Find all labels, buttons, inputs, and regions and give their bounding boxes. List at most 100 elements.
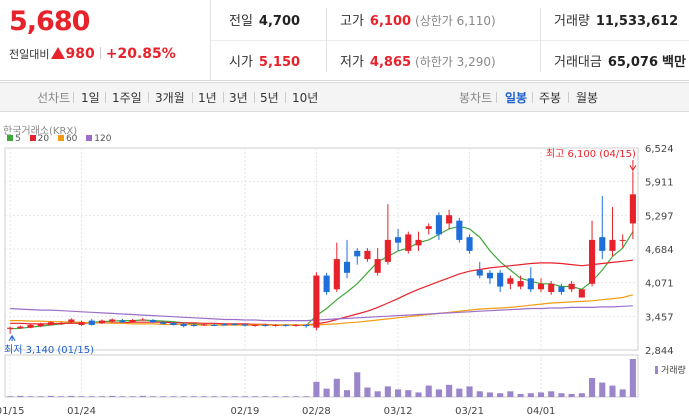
volume-bar [548,391,555,397]
candle-body [149,320,157,323]
volume-bar [58,396,65,397]
candle-body [527,278,534,290]
volume-bar [27,396,34,397]
candle-body [486,272,494,279]
volume-bar [37,396,44,397]
volume-bar [527,393,534,397]
candle-body [221,324,228,326]
candle-body [629,194,636,224]
candle-body [129,320,136,323]
volume-bar [292,396,300,397]
volume-bar [425,385,432,397]
candle-body [374,259,381,273]
candle-body [27,324,34,328]
candle-body [37,323,44,327]
candle-body [405,234,412,251]
x-tick-label: 02/28 [302,406,331,417]
y-tick-label: 4,071 [645,279,674,290]
candlestick-chart[interactable]: 6,524 5,911 5,297 4,684 4,071 3,457 2,844 01/15… [0,0,689,420]
volume-bar [262,396,269,397]
volume-bar [252,396,259,397]
candle-body [568,283,575,290]
candle-body [47,322,55,325]
candle-body [384,239,391,262]
candle-body [425,226,432,229]
volume-bar [384,386,391,397]
volume-bar [303,396,310,397]
x-tick-label: 01/15 [0,406,25,417]
x-tick-label: 02/19 [231,406,260,417]
x-tick-label: 03/12 [384,406,413,417]
volume-bar [7,396,14,397]
candle-body [231,323,238,325]
volume-frame [4,354,639,398]
candle-body [180,323,187,327]
candle-body [190,324,197,326]
volume-bar [558,393,565,397]
candle-body [313,275,320,328]
volume-bar [476,391,483,397]
candle-body [262,324,269,326]
high-annotation: 최고 6,100 (04/15) [546,148,636,160]
ma20-line [10,259,633,326]
candle-body [588,239,596,284]
candle-body [58,323,65,325]
volume-bar [129,396,136,397]
volume-legend-swatch [655,366,658,374]
y-tick-label: 5,911 [645,178,674,189]
volume-bar [119,396,126,397]
volume-bar [78,396,85,397]
volume-bar [619,389,626,397]
candle-body [476,270,483,276]
volume-bar [180,396,187,397]
volume-bar [486,392,494,397]
candle-body [88,320,95,325]
y-tick-label: 3,457 [645,312,674,323]
x-tick-label: 03/21 [455,406,484,417]
candle-body [548,283,555,293]
volume-bar [201,396,208,397]
ma60-line [10,294,634,326]
volume-bar [282,396,289,397]
low-annotation: 최저 3,140 (01/15) [4,344,94,356]
volume-bar [88,396,95,397]
y-tick-label: 6,524 [645,144,674,155]
volume-bar [98,396,106,397]
x-tick-label: 01/24 [67,406,96,417]
candle-body [578,289,585,298]
volume-bar [456,388,463,397]
candle-body [599,237,606,251]
candle-body [609,239,616,251]
volume-bar [568,393,575,397]
candle-body [170,322,177,325]
volume-bar [395,389,402,397]
x-tick-label: 04/01 [527,406,556,417]
volume-bar [17,395,24,397]
candle-body [303,324,310,327]
ma120-line [10,305,633,322]
volume-bar [578,393,585,397]
volume-bar [588,378,596,397]
candle-body [211,324,218,326]
volume-bar [435,389,442,397]
volume-bar [497,393,504,397]
volume-bar [466,386,473,397]
candle-body [78,322,85,325]
volume-bar [190,396,197,397]
volume-bar [323,388,330,397]
volume-bar [537,392,545,397]
candle-body [354,250,361,257]
candle-body [282,324,289,326]
volume-bar [517,393,524,397]
candle-body [497,272,504,287]
volume-bar [364,387,371,397]
candle-body [68,319,75,323]
volume-label: 거래량 [661,364,686,376]
candle-body [343,261,351,273]
volume-bar [149,396,157,397]
candle-body [537,283,545,290]
candle-body [160,322,167,324]
volume-bar [446,384,453,397]
volume-bar [139,395,146,397]
candle-body [252,324,259,326]
